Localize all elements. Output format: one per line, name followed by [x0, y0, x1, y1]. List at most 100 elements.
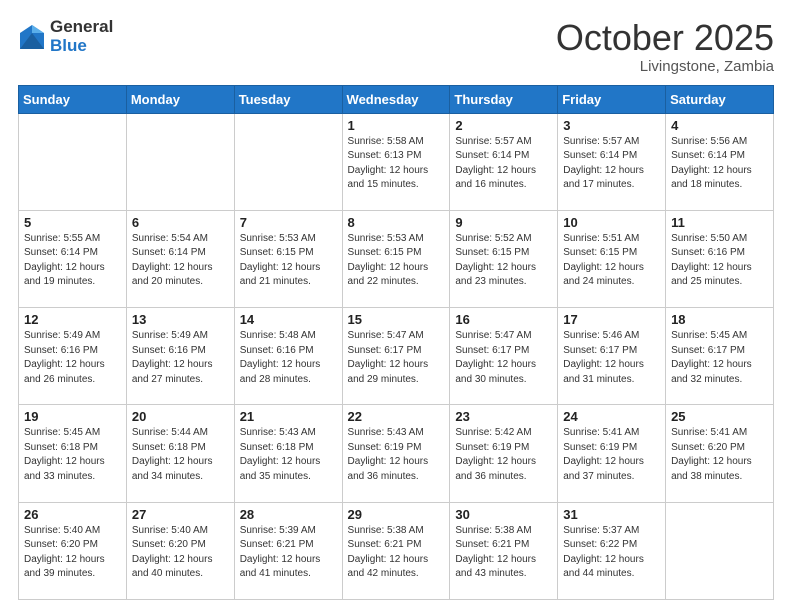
day-info: Sunrise: 5:53 AM Sunset: 6:15 PM Dayligh… — [348, 232, 445, 290]
day-number: 7 — [240, 215, 337, 230]
day-info: Sunrise: 5:41 AM Sunset: 6:19 PM Dayligh… — [563, 426, 660, 484]
day-info: Sunrise: 5:45 AM Sunset: 6:17 PM Dayligh… — [671, 329, 768, 387]
calendar-week-3: 12Sunrise: 5:49 AM Sunset: 6:16 PM Dayli… — [19, 308, 774, 405]
month-title: October 2025 — [556, 18, 774, 58]
table-row: 15 Sunrise: 5:47 AM Sunset: 6:17 PM Dayli… — [342, 308, 450, 405]
header: General Blue October 2025 Livingstone, Z… — [18, 18, 774, 75]
day-info: Sunrise: 5:40 AM Sunset: 6:20 PM Dayligh… — [132, 524, 229, 582]
table-row: 8 Sunrise: 5:53 AM Sunset: 6:15 PM Daylig… — [342, 210, 450, 307]
day-info: Sunrise: 5:42 AM Sunset: 6:19 PM Dayligh… — [455, 426, 552, 484]
logo-icon — [18, 23, 46, 51]
table-row — [19, 113, 127, 210]
day-number: 16 — [455, 312, 552, 327]
table-row: 6Sunrise: 5:54 AM Sunset: 6:14 PM Daylig… — [126, 210, 234, 307]
day-number: 11 — [671, 215, 768, 230]
table-row: 10Sunrise: 5:51 AM Sunset: 6:15 PM Dayli… — [558, 210, 666, 307]
day-info: Sunrise: 5:49 AM Sunset: 6:16 PM Dayligh… — [24, 329, 121, 387]
calendar-week-4: 19Sunrise: 5:45 AM Sunset: 6:18 PM Dayli… — [19, 405, 774, 502]
header-wednesday: Wednesday — [342, 85, 450, 113]
day-number: 23 — [455, 409, 552, 424]
day-info: Sunrise: 5:43 AM Sunset: 6:18 PM Dayligh… — [240, 426, 337, 484]
day-number: 21 — [240, 409, 337, 424]
day-number: 13 — [132, 312, 229, 327]
table-row: 2Sunrise: 5:57 AM Sunset: 6:14 PM Daylig… — [450, 113, 558, 210]
day-number: 6 — [132, 215, 229, 230]
table-row: 13 Sunrise: 5:49 AM Sunset: 6:16 PM Dayli… — [126, 308, 234, 405]
day-number: 10 — [563, 215, 660, 230]
calendar-table: Sunday Monday Tuesday Wednesday Thursday… — [18, 85, 774, 600]
table-row: 12Sunrise: 5:49 AM Sunset: 6:16 PM Dayli… — [19, 308, 127, 405]
day-info: Sunrise: 5:44 AM Sunset: 6:18 PM Dayligh… — [132, 426, 229, 484]
day-info: Sunrise: 5:56 AM Sunset: 6:14 PM Dayligh… — [671, 135, 768, 193]
table-row: 5 Sunrise: 5:55 AM Sunset: 6:14 PM Daylig… — [19, 210, 127, 307]
header-thursday: Thursday — [450, 85, 558, 113]
location: Livingstone, Zambia — [556, 58, 774, 75]
day-number: 8 — [348, 215, 445, 230]
table-row: 25 Sunrise: 5:41 AM Sunset: 6:20 PM Dayli… — [666, 405, 774, 502]
header-sunday: Sunday — [19, 85, 127, 113]
logo-blue-text: Blue — [50, 37, 113, 56]
table-row: 20 Sunrise: 5:44 AM Sunset: 6:18 PM Dayli… — [126, 405, 234, 502]
day-number: 25 — [671, 409, 768, 424]
table-row: 26Sunrise: 5:40 AM Sunset: 6:20 PM Dayli… — [19, 502, 127, 599]
calendar-week-5: 26 Sunrise: 5:40 AM Sunset: 6:20 PM Dayli… — [19, 502, 774, 599]
logo: General Blue — [18, 18, 113, 55]
day-info: Sunrise: 5:50 AM Sunset: 6:16 PM Dayligh… — [671, 232, 768, 290]
table-row — [126, 113, 234, 210]
day-info: Sunrise: 5:48 AM Sunset: 6:16 PM Dayligh… — [240, 329, 337, 387]
header-monday: Monday — [126, 85, 234, 113]
calendar-header-row: Sunday Monday Tuesday Wednesday Thursday… — [19, 85, 774, 113]
day-number: 24 — [563, 409, 660, 424]
calendar-week-2: 5 Sunrise: 5:55 AM Sunset: 6:14 PM Daylig… — [19, 210, 774, 307]
day-number: 31 — [563, 507, 660, 522]
day-info: Sunrise: 5:53 AM Sunset: 6:15 PM Dayligh… — [240, 232, 337, 290]
table-row: 30Sunrise: 5:38 AM Sunset: 6:21 PM Dayli… — [450, 502, 558, 599]
calendar-week-1: 1Sunrise: 5:58 AM Sunset: 6:13 PM Daylig… — [19, 113, 774, 210]
day-info: Sunrise: 5:49 AM Sunset: 6:16 PM Dayligh… — [132, 329, 229, 387]
day-info: Sunrise: 5:47 AM Sunset: 6:17 PM Dayligh… — [348, 329, 445, 387]
day-number: 26 — [24, 507, 121, 522]
table-row: 4Sunrise: 5:56 AM Sunset: 6:14 PM Daylig… — [666, 113, 774, 210]
day-info: Sunrise: 5:57 AM Sunset: 6:14 PM Dayligh… — [563, 135, 660, 193]
day-number: 5 — [24, 215, 121, 230]
header-friday: Friday — [558, 85, 666, 113]
logo-text: General Blue — [50, 18, 113, 55]
table-row: 27Sunrise: 5:40 AM Sunset: 6:20 PM Dayli… — [126, 502, 234, 599]
table-row: 16Sunrise: 5:47 AM Sunset: 6:17 PM Dayli… — [450, 308, 558, 405]
table-row — [666, 502, 774, 599]
table-row: 21 Sunrise: 5:43 AM Sunset: 6:18 PM Dayli… — [234, 405, 342, 502]
table-row: 11 Sunrise: 5:50 AM Sunset: 6:16 PM Dayli… — [666, 210, 774, 307]
day-info: Sunrise: 5:58 AM Sunset: 6:13 PM Dayligh… — [348, 135, 445, 193]
table-row: 23 Sunrise: 5:42 AM Sunset: 6:19 PM Dayli… — [450, 405, 558, 502]
table-row: 9Sunrise: 5:52 AM Sunset: 6:15 PM Daylig… — [450, 210, 558, 307]
day-info: Sunrise: 5:37 AM Sunset: 6:22 PM Dayligh… — [563, 524, 660, 582]
day-number: 14 — [240, 312, 337, 327]
table-row: 18Sunrise: 5:45 AM Sunset: 6:17 PM Dayli… — [666, 308, 774, 405]
logo-general-text: General — [50, 18, 113, 37]
title-block: October 2025 Livingstone, Zambia — [556, 18, 774, 75]
day-info: Sunrise: 5:55 AM Sunset: 6:14 PM Dayligh… — [24, 232, 121, 290]
day-info: Sunrise: 5:43 AM Sunset: 6:19 PM Dayligh… — [348, 426, 445, 484]
day-number: 17 — [563, 312, 660, 327]
table-row: 29 Sunrise: 5:38 AM Sunset: 6:21 PM Dayli… — [342, 502, 450, 599]
table-row — [234, 113, 342, 210]
table-row: 3 Sunrise: 5:57 AM Sunset: 6:14 PM Daylig… — [558, 113, 666, 210]
day-number: 20 — [132, 409, 229, 424]
table-row: 31 Sunrise: 5:37 AM Sunset: 6:22 PM Dayli… — [558, 502, 666, 599]
table-row: 22 Sunrise: 5:43 AM Sunset: 6:19 PM Dayli… — [342, 405, 450, 502]
day-number: 2 — [455, 118, 552, 133]
day-number: 3 — [563, 118, 660, 133]
day-info: Sunrise: 5:46 AM Sunset: 6:17 PM Dayligh… — [563, 329, 660, 387]
day-info: Sunrise: 5:41 AM Sunset: 6:20 PM Dayligh… — [671, 426, 768, 484]
day-number: 22 — [348, 409, 445, 424]
day-info: Sunrise: 5:45 AM Sunset: 6:18 PM Dayligh… — [24, 426, 121, 484]
day-number: 15 — [348, 312, 445, 327]
header-tuesday: Tuesday — [234, 85, 342, 113]
table-row: 17 Sunrise: 5:46 AM Sunset: 6:17 PM Dayli… — [558, 308, 666, 405]
table-row: 14 Sunrise: 5:48 AM Sunset: 6:16 PM Dayli… — [234, 308, 342, 405]
day-info: Sunrise: 5:38 AM Sunset: 6:21 PM Dayligh… — [348, 524, 445, 582]
day-number: 29 — [348, 507, 445, 522]
table-row: 7 Sunrise: 5:53 AM Sunset: 6:15 PM Daylig… — [234, 210, 342, 307]
day-info: Sunrise: 5:39 AM Sunset: 6:21 PM Dayligh… — [240, 524, 337, 582]
table-row: 24 Sunrise: 5:41 AM Sunset: 6:19 PM Dayli… — [558, 405, 666, 502]
